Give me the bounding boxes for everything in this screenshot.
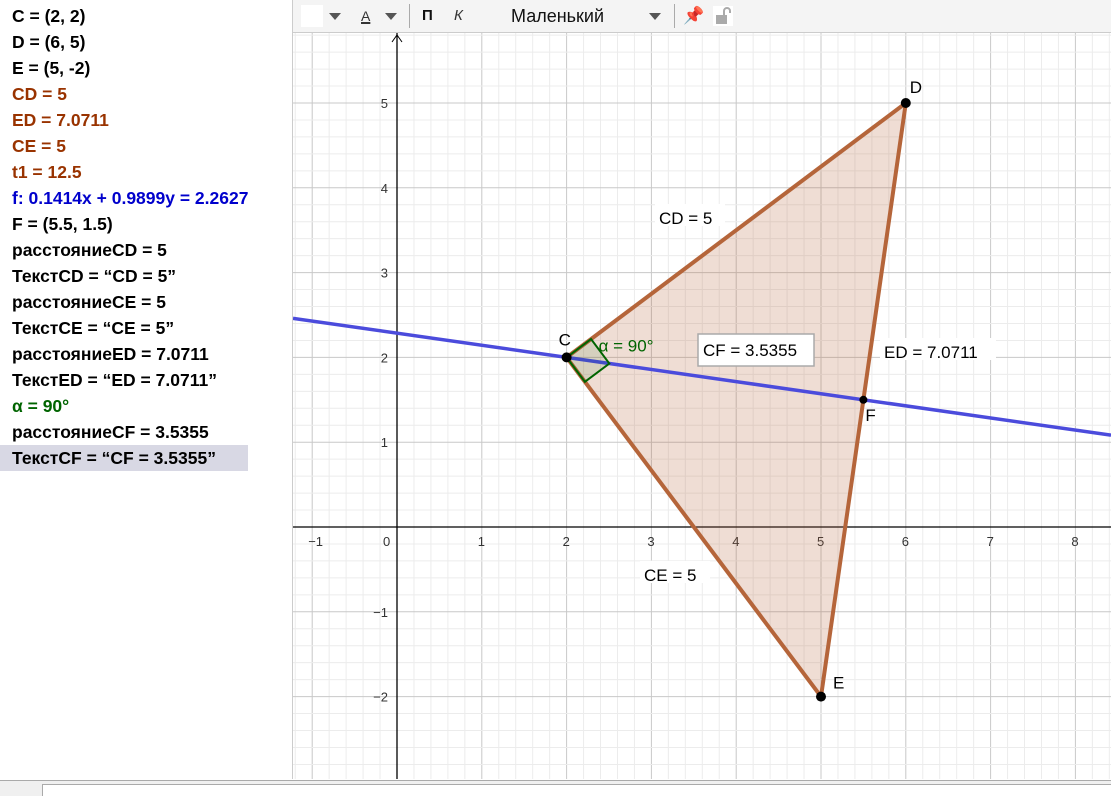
chevron-down-icon[interactable]: [385, 13, 397, 20]
algebra-item[interactable]: C = (2, 2): [0, 3, 292, 29]
x-tick-label: 1: [478, 534, 485, 549]
lock-icon[interactable]: [713, 6, 733, 26]
x-tick-label: 6: [902, 534, 909, 549]
algebra-item[interactable]: E = (5, -2): [0, 55, 292, 81]
y-tick-label: 4: [381, 181, 388, 196]
x-tick-label: 7: [987, 534, 994, 549]
algebra-item[interactable]: CD = 5: [0, 81, 292, 107]
algebra-item[interactable]: ED = 7.0711: [0, 107, 292, 133]
y-tick-label: 1: [381, 435, 388, 450]
algebra-item[interactable]: ТекстCF = “CF = 3.5355”: [0, 445, 248, 471]
background-color-swatch[interactable]: [301, 5, 323, 27]
point-label-D: D: [910, 78, 922, 97]
algebra-item[interactable]: расстояниеCF = 3.5355: [0, 419, 292, 445]
y-tick-label: −1: [373, 605, 388, 620]
point-label-C: C: [559, 330, 571, 349]
x-tick-label: 0: [383, 534, 390, 549]
text-color-button[interactable]: A: [361, 4, 370, 28]
algebra-item[interactable]: расстояниеCD = 5: [0, 237, 292, 263]
bold-button[interactable]: П: [422, 4, 433, 28]
angle-label: α = 90°: [599, 336, 654, 355]
y-tick-label: 5: [381, 96, 388, 111]
pin-icon[interactable]: 📌: [683, 4, 704, 28]
separator: [409, 4, 410, 28]
input-field[interactable]: [42, 784, 1111, 796]
algebra-view[interactable]: C = (2, 2) D = (6, 5) E = (5, -2) CD = 5 ED …: [0, 0, 293, 779]
font-size-select[interactable]: Маленький: [511, 4, 604, 28]
style-bar: A П К Маленький 📌: [293, 0, 1111, 33]
text-label-CF[interactable]: CF = 3.5355: [703, 341, 797, 360]
chevron-down-icon[interactable]: [329, 13, 341, 20]
x-tick-label: 2: [563, 534, 570, 549]
chevron-down-icon[interactable]: [649, 13, 661, 20]
algebra-item[interactable]: CE = 5: [0, 133, 292, 159]
algebra-item[interactable]: α = 90°: [0, 393, 292, 419]
y-tick-label: −2: [373, 690, 388, 705]
point-label-F: F: [865, 406, 875, 425]
algebra-item[interactable]: расстояниеCE = 5: [0, 289, 292, 315]
point-C[interactable]: [561, 352, 572, 363]
separator: [674, 4, 675, 28]
algebra-item[interactable]: расстояниеED = 7.0711: [0, 341, 292, 367]
algebra-item[interactable]: F = (5.5, 1.5): [0, 211, 292, 237]
x-tick-label: 3: [647, 534, 654, 549]
algebra-item[interactable]: f: 0.1414x + 0.9899y = 2.2627: [0, 185, 292, 211]
algebra-item[interactable]: ТекстED = “ED = 7.0711”: [0, 367, 292, 393]
graphics-canvas[interactable]: −1 0 1 2 3 4 5 6 7 8−2−112345α = 90°CDEFCD = 5CE …: [293, 33, 1111, 779]
graphics-view[interactable]: −1 0 1 2 3 4 5 6 7 8 −2 −1 1 2 3 4 5 α = 90° C D E F CD = 5 CE …: [293, 33, 1111, 779]
x-tick-label: −1: [308, 534, 323, 549]
algebra-item[interactable]: D = (6, 5): [0, 29, 292, 55]
text-label-CE[interactable]: CE = 5: [644, 566, 696, 585]
x-tick-label: 8: [1071, 534, 1078, 549]
input-bar: [0, 780, 1111, 796]
text-label-CD[interactable]: CD = 5: [659, 209, 712, 228]
point-E[interactable]: [816, 691, 826, 702]
y-tick-label: 3: [381, 266, 388, 281]
point-F[interactable]: [859, 395, 868, 404]
algebra-item[interactable]: t1 = 12.5: [0, 159, 292, 185]
point-D[interactable]: [900, 98, 911, 108]
y-tick-label: 2: [381, 350, 388, 365]
algebra-item[interactable]: ТекстCE = “CE = 5”: [0, 315, 292, 341]
algebra-item[interactable]: ТекстCD = “CD = 5”: [0, 263, 292, 289]
italic-button[interactable]: К: [454, 4, 463, 28]
text-label-ED[interactable]: ED = 7.0711: [884, 343, 978, 362]
point-label-E: E: [833, 674, 844, 693]
